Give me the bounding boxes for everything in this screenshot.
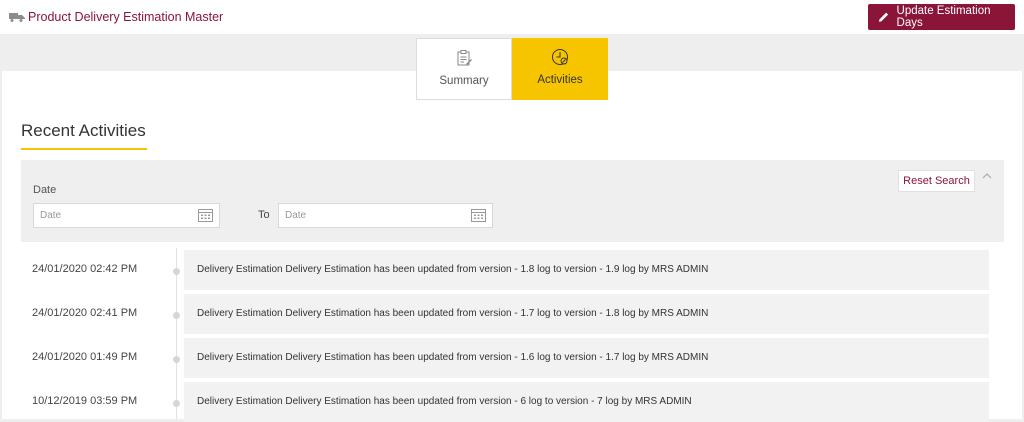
title-underline	[21, 148, 147, 150]
tab-summary-label: Summary	[439, 75, 489, 87]
calendar-icon[interactable]	[471, 208, 486, 222]
activity-message: Delivery Estimation Delivery Estimation …	[184, 250, 989, 290]
activity-row: 24/01/2020 01:49 PM Delivery Estimation …	[2, 338, 1022, 378]
timeline-dot	[173, 268, 180, 275]
timeline-dot	[173, 400, 180, 407]
to-label: To	[258, 209, 270, 221]
tab-activities-label: Activities	[537, 74, 583, 86]
activity-message: Delivery Estimation Delivery Estimation …	[184, 294, 989, 334]
timeline-dot	[173, 312, 180, 319]
from-date-input[interactable]: Date	[33, 203, 220, 228]
activity-row: 24/01/2020 02:41 PM Delivery Estimation …	[2, 294, 1022, 334]
calendar-icon[interactable]	[198, 208, 213, 222]
chevron-up-icon[interactable]	[982, 173, 992, 179]
tab-summary[interactable]: Summary	[416, 38, 512, 100]
section-title: Recent Activities	[21, 121, 146, 140]
tab-activities[interactable]: Activities	[512, 38, 608, 100]
pencil-icon	[878, 12, 889, 22]
activity-timestamp: 10/12/2019 03:59 PM	[32, 395, 138, 407]
activity-timestamp: 24/01/2020 02:41 PM	[32, 307, 138, 319]
top-bar: Product Delivery Estimation Master Updat…	[0, 0, 1024, 34]
from-date-placeholder: Date	[40, 210, 62, 221]
date-label: Date	[33, 184, 57, 196]
tab-bar: Summary Activities	[416, 38, 608, 100]
activity-timestamp: 24/01/2020 02:42 PM	[32, 263, 138, 275]
activity-message: Delivery Estimation Delivery Estimation …	[184, 338, 989, 378]
activities-panel: Recent Activities Date Date To Date Rese…	[2, 71, 1022, 422]
update-button-label: Update Estimation Days	[896, 5, 991, 29]
activity-message: Delivery Estimation Delivery Estimation …	[184, 382, 989, 422]
activity-timestamp: 24/01/2020 01:49 PM	[32, 351, 138, 363]
activity-row: 10/12/2019 03:59 PM Delivery Estimation …	[2, 382, 1022, 422]
reset-search-button[interactable]: Reset Search	[898, 170, 975, 192]
page-title: Product Delivery Estimation Master	[28, 10, 224, 24]
to-date-placeholder: Date	[285, 210, 307, 221]
truck-icon	[9, 13, 25, 22]
clipboard-icon	[457, 50, 472, 66]
timeline-dot	[173, 356, 180, 363]
to-date-input[interactable]: Date	[278, 203, 493, 228]
activity-row: 24/01/2020 02:42 PM Delivery Estimation …	[2, 250, 1022, 290]
search-panel: Date Date To Date Reset Search	[21, 160, 1004, 242]
update-estimation-days-button[interactable]: Update Estimation Days	[868, 4, 1015, 30]
clock-icon	[552, 49, 568, 65]
